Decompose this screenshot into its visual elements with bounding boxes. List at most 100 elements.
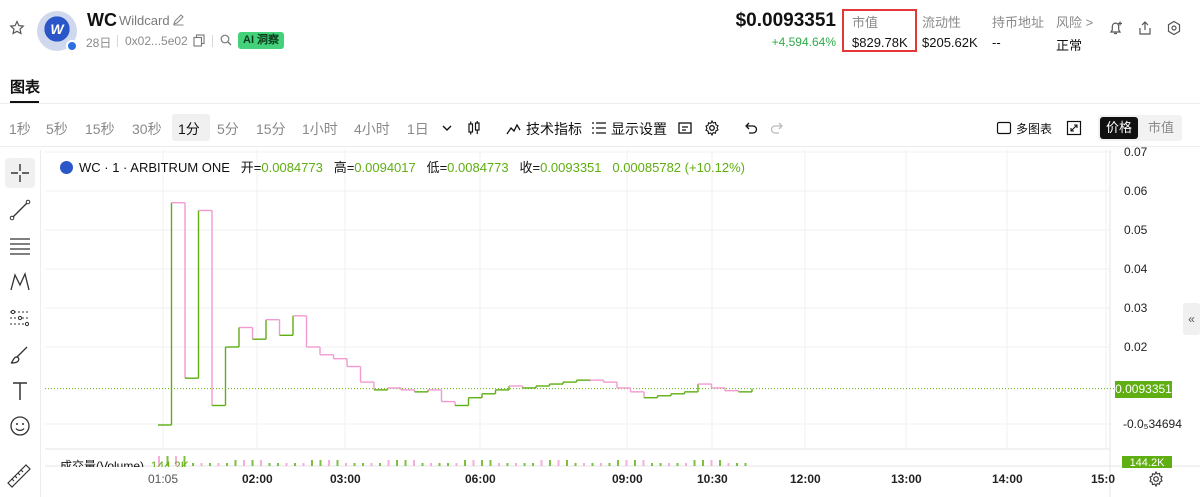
volume-bar [430,463,432,466]
volume-bar [328,460,330,466]
volume-bar [421,463,424,466]
ohlc-legend: WC · 1 · ARBITRUM ONE 开=0.0084773 高=0.00… [60,157,745,176]
volume-bar [600,463,602,466]
token-mini-icon [60,161,73,174]
volume-bar [549,460,551,466]
volume-bar [702,460,704,466]
legend-high: 0.0094017 [354,160,416,175]
volume-bar [387,460,390,466]
legend-close-label: 收= [519,160,541,175]
legend-delta: 0.00085782 (+10.12%) [612,160,745,175]
volume-bar [557,460,560,466]
volume-bar [192,463,194,466]
volume-bar [574,463,577,466]
volume-bar [523,463,526,466]
legend-high-label: 高= [333,160,355,175]
volume-bar [251,460,254,466]
volume-bar [727,463,730,466]
volume-bar [583,463,585,466]
volume-bar [676,463,679,466]
x-tick-label: 01:05 [148,472,179,486]
volume-bar [285,463,288,466]
volume-bar [404,460,407,466]
volume-bar [209,463,211,466]
volume-bar [617,460,619,466]
y-tick-label: 0.03 [1124,301,1148,315]
volume-bar [591,463,594,466]
volume-bar [200,463,203,466]
volume-bar [370,463,373,466]
legend-close: 0.0093351 [540,160,602,175]
volume-legend: 成交量(Volume) 144.2K [60,457,189,467]
y-tick-label: 0.07 [1124,145,1148,159]
volume-bar [685,463,687,466]
volume-bar [379,463,381,466]
volume-bar [396,460,398,466]
volume-bar [651,463,653,466]
axis-settings-icon[interactable] [1148,471,1164,487]
y-tick-label: 0.05 [1124,223,1148,237]
y-tick-label: -0.0₅34694 [1123,417,1182,431]
volume-bar [710,460,713,466]
x-tick-label: 06:00 [465,472,496,486]
chart-canvas[interactable] [0,0,1200,497]
volume-bar [302,463,305,466]
volume-bar [719,460,721,466]
x-tick-label: 02:00 [242,472,273,486]
volume-bar [353,463,356,466]
y-tick-label: 0.06 [1124,184,1148,198]
volume-bar [693,460,696,466]
volume-bar [345,463,347,466]
legend-title: WC · 1 · ARBITRUM ONE [79,160,230,175]
volume-bar [472,460,475,466]
volume-bar [566,460,568,466]
volume-bar [234,460,237,466]
x-tick-label: 03:00 [330,472,361,486]
last-price-tag: 0.0093351 [1115,381,1172,398]
volume-bar [608,463,611,466]
volume-label: 成交量(Volume) [60,459,145,467]
x-tick-label: 10:30 [697,472,728,486]
volume-bar [481,460,483,466]
x-tick-label: 12:00 [790,472,821,486]
volume-bar [413,460,415,466]
volume-bar [260,460,262,466]
volume-bar [744,463,747,466]
legend-open-label: 开= [240,160,262,175]
volume-bar [642,460,645,466]
collapse-panel-button[interactable]: « [1183,303,1200,335]
volume-bar [268,463,271,466]
y-tick-label: 0.02 [1124,340,1148,354]
volume-bar [668,463,670,466]
volume-value: 144.2K [150,459,189,467]
volume-bar [625,460,628,466]
volume-bar [532,463,534,466]
price-chart[interactable]: WC · 1 · ARBITRUM ONE 开=0.0084773 高=0.00… [0,0,1200,497]
volume-bar [226,463,228,466]
volume-bar [464,460,466,466]
x-tick-label: 09:00 [612,472,643,486]
x-tick-label: 15:0 [1091,472,1116,486]
volume-bar [736,463,738,466]
volume-bar [447,463,449,466]
x-tick-label: 13:00 [891,472,922,486]
volume-bar [277,463,279,466]
volume-bar [489,460,492,466]
volume-bar [336,460,339,466]
legend-open: 0.0084773 [261,160,323,175]
legend-low: 0.0084773 [447,160,509,175]
volume-bar [659,463,662,466]
volume-bar [294,463,296,466]
volume-bar [217,463,220,466]
volume-bar [506,463,509,466]
volume-tag: 144.2K [1122,456,1172,468]
volume-bar [243,460,245,466]
volume-bar [362,463,364,466]
volume-bar [311,460,313,466]
volume-bar [455,463,458,466]
volume-bar [540,460,543,466]
legend-low-label: 低= [426,160,448,175]
volume-bar [498,463,500,466]
volume-bar [515,463,517,466]
y-tick-label: 0.04 [1124,262,1148,276]
